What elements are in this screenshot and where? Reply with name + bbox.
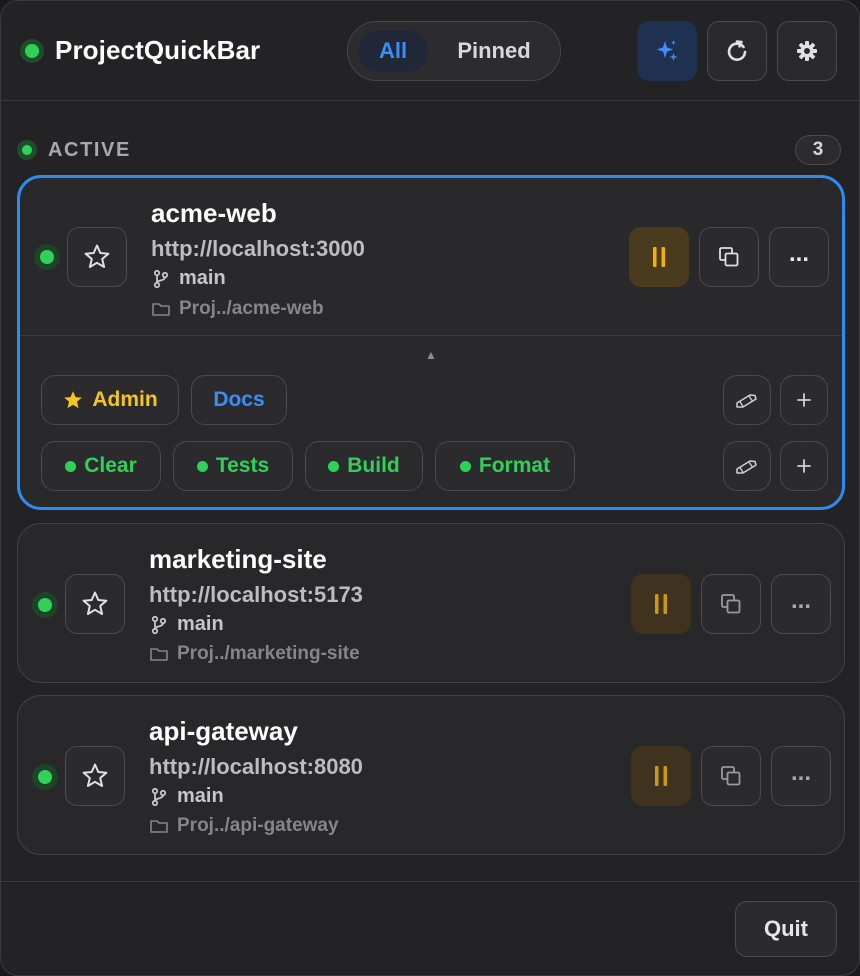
project-card[interactable]: api-gateway http://localhost:8080 main P… (17, 695, 845, 855)
project-card[interactable]: acme-web http://localhost:3000 main Proj… (17, 175, 845, 510)
project-branch: main (151, 267, 226, 290)
refresh-button[interactable] (707, 21, 767, 81)
command-dot (459, 460, 471, 472)
project-status-dot (34, 244, 60, 270)
filter-pinned-button[interactable]: Pinned (440, 30, 548, 72)
pause-button[interactable] (629, 227, 689, 287)
branch-label: main (177, 785, 224, 807)
project-path: Proj../marketing-site (149, 643, 360, 665)
project-path: Proj../acme-web (151, 298, 324, 320)
add-command-button[interactable] (780, 441, 828, 491)
edit-links-button[interactable] (723, 375, 771, 425)
command-chip-label: Format (478, 454, 551, 477)
pause-icon (651, 592, 671, 616)
card-divider (20, 335, 842, 336)
gear-icon (795, 39, 819, 63)
command-chip-label: Tests (215, 454, 270, 477)
app-status-dot (20, 39, 44, 63)
star-icon (82, 242, 112, 272)
pause-icon (651, 764, 671, 788)
pin-button[interactable] (67, 227, 127, 287)
project-branch: main (149, 613, 224, 636)
section-title: ACTIVE (48, 139, 131, 161)
copy-icon (719, 764, 743, 788)
command-dot (65, 460, 77, 472)
quit-button[interactable]: Quit (735, 901, 837, 957)
more-button[interactable]: ... (771, 746, 831, 806)
branch-icon (149, 787, 169, 807)
section-status-dot (17, 140, 37, 160)
copy-icon (717, 245, 741, 269)
command-dot (196, 460, 208, 472)
section-count-badge: 3 (795, 135, 841, 165)
filter-segmented-control: All Pinned (347, 21, 561, 81)
project-status-dot (32, 592, 58, 618)
project-card[interactable]: marketing-site http://localhost:5173 mai… (17, 523, 845, 683)
command-chip-tests[interactable]: Tests (173, 441, 293, 491)
project-status-dot (32, 764, 58, 790)
path-label: Proj../api-gateway (177, 815, 339, 836)
copy-button[interactable] (701, 746, 761, 806)
command-dot (328, 460, 340, 472)
filter-all-button[interactable]: All (358, 30, 428, 72)
project-name: marketing-site (149, 544, 327, 574)
star-filled-icon (62, 389, 84, 411)
branch-icon (151, 269, 171, 289)
command-chip-label: Build (347, 454, 400, 477)
branch-label: main (177, 613, 224, 635)
header: ProjectQuickBar All Pinned (1, 1, 859, 101)
star-icon (80, 589, 110, 619)
pause-button[interactable] (631, 746, 691, 806)
collapse-caret-icon[interactable]: ▲ (425, 348, 437, 362)
folder-icon (149, 817, 169, 835)
pencil-icon (735, 392, 759, 408)
pause-button[interactable] (631, 574, 691, 634)
link-chip-label: Docs (213, 388, 265, 411)
command-chip-build[interactable]: Build (305, 441, 423, 491)
pencil-icon (735, 458, 759, 474)
copy-button[interactable] (701, 574, 761, 634)
plus-icon (796, 458, 812, 474)
project-branch: main (149, 785, 224, 808)
path-label: Proj../acme-web (179, 298, 324, 319)
command-chip-format[interactable]: Format (435, 441, 575, 491)
link-chip-docs[interactable]: Docs (191, 375, 287, 425)
refresh-icon (724, 38, 750, 64)
project-url-link[interactable]: http://localhost:3000 (151, 236, 365, 262)
app-window: ProjectQuickBar All Pinned ACTIVE 3 acme… (0, 0, 860, 976)
ai-sparkle-button[interactable] (637, 21, 697, 81)
more-button[interactable]: ... (769, 227, 829, 287)
plus-icon (796, 392, 812, 408)
copy-icon (719, 592, 743, 616)
folder-icon (151, 300, 171, 318)
settings-button[interactable] (777, 21, 837, 81)
project-url-link[interactable]: http://localhost:5173 (149, 582, 363, 608)
sparkle-icon (654, 38, 680, 64)
more-button[interactable]: ... (771, 574, 831, 634)
copy-button[interactable] (699, 227, 759, 287)
pin-button[interactable] (65, 574, 125, 634)
star-icon (80, 761, 110, 791)
edit-commands-button[interactable] (723, 441, 771, 491)
pin-button[interactable] (65, 746, 125, 806)
pause-icon (649, 245, 669, 269)
project-url-link[interactable]: http://localhost:8080 (149, 754, 363, 780)
command-chip-clear[interactable]: Clear (41, 441, 161, 491)
link-chip-label: Admin (92, 388, 158, 411)
folder-icon (149, 645, 169, 663)
footer-divider (1, 881, 859, 882)
link-chip-admin[interactable]: Admin (41, 375, 179, 425)
app-title: ProjectQuickBar (55, 35, 261, 65)
command-chip-label: Clear (84, 454, 137, 477)
project-name: api-gateway (149, 716, 298, 746)
branch-label: main (179, 267, 226, 289)
path-label: Proj../marketing-site (177, 643, 360, 664)
branch-icon (149, 615, 169, 635)
project-name: acme-web (151, 198, 277, 228)
project-path: Proj../api-gateway (149, 815, 339, 837)
add-link-button[interactable] (780, 375, 828, 425)
